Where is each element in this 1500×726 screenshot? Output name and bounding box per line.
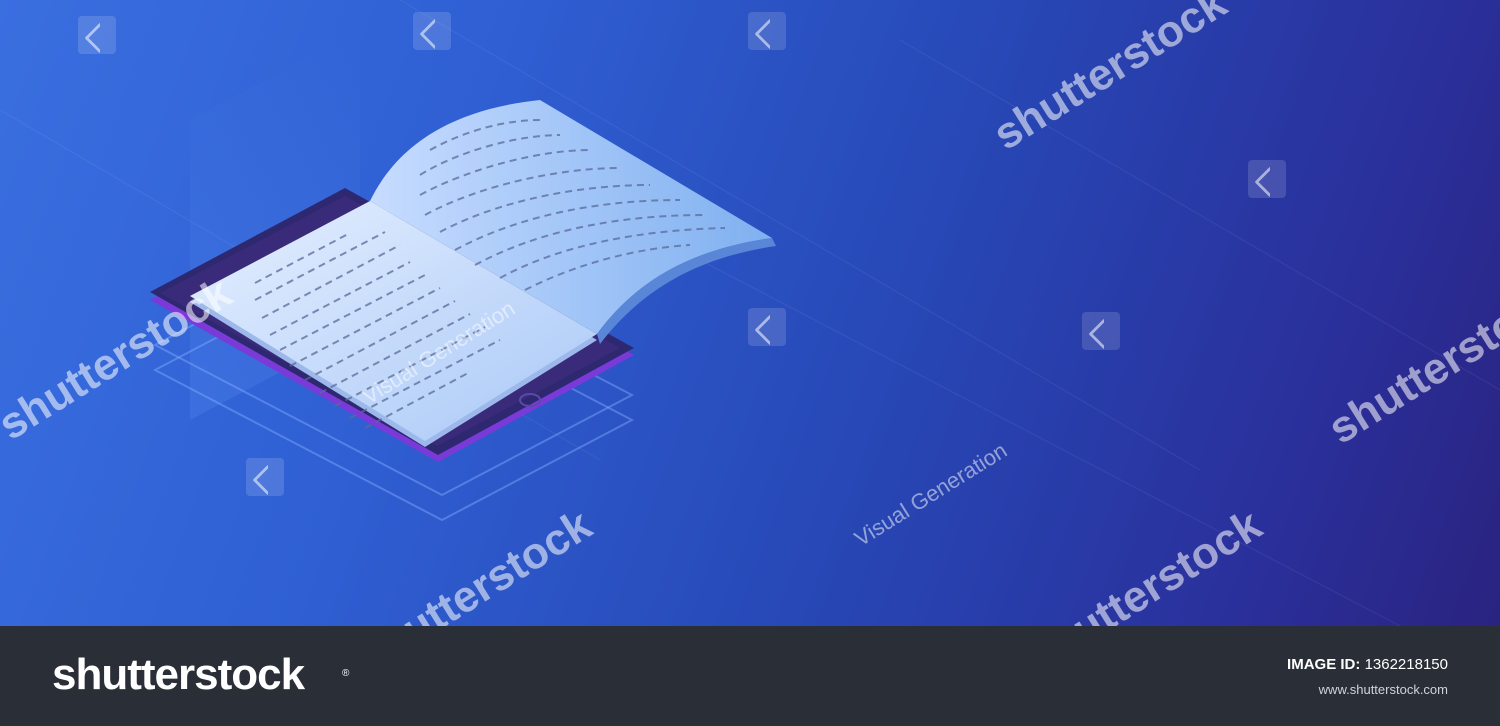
watermark-icon (78, 16, 116, 54)
illustration-scene: shutterstock shutterstock shutterstock s… (0, 0, 1500, 626)
watermark-icon (246, 458, 284, 496)
image-id: IMAGE ID: 1362218150 (1287, 656, 1448, 673)
image-id-value: 1362218150 (1364, 656, 1448, 673)
watermark-icon (1248, 160, 1286, 198)
image-id-label: IMAGE ID: (1287, 656, 1361, 673)
site-url: www.shutterstock.com (1318, 682, 1448, 697)
footer-bar: shutterstock ® IMAGE ID: 1362218150 www.… (0, 626, 1500, 726)
watermark-icon (748, 308, 786, 346)
registered-mark: ® (342, 668, 350, 679)
watermark-icon (748, 12, 786, 50)
watermark-icon (1082, 312, 1120, 350)
brand-logo: shutterstock (52, 650, 305, 699)
watermark-icon (413, 12, 451, 50)
